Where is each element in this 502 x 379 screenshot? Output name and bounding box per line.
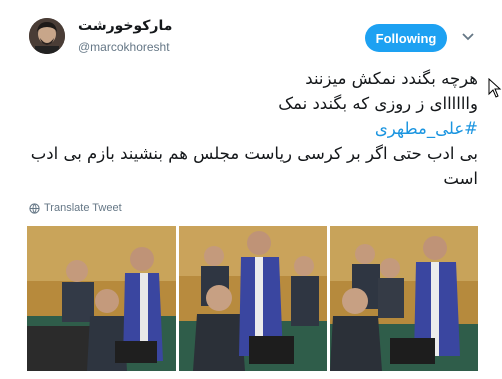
tweet-line-3: بی ادب حتی اگر بر کرسی ریاست مجلس هم بنش… (30, 144, 478, 188)
display-name[interactable]: مارکوخورشت (78, 18, 172, 34)
tweet-line-1: هرچه بگندد نمکش میزنند (305, 69, 478, 88)
translate-label: Translate Tweet (44, 202, 122, 214)
chevron-down-icon[interactable] (460, 28, 476, 44)
photo-3[interactable] (330, 226, 479, 371)
avatar[interactable] (29, 18, 65, 54)
tweet-text: هرچه بگندد نمکش میزنند واااااای ز روزی ک… (28, 66, 478, 191)
mouse-pointer-icon (488, 77, 502, 98)
following-button[interactable]: Following (365, 24, 447, 52)
user-handle[interactable]: @marcokhoresht (78, 40, 170, 54)
tweet-line-2: واااااای ز روزی که بگندد نمک (278, 94, 478, 113)
hashtag-link[interactable]: #علی_مطهری (28, 116, 478, 141)
globe-icon (29, 202, 40, 214)
translate-tweet-link[interactable]: Translate Tweet (29, 202, 122, 214)
photo-1[interactable] (27, 226, 176, 371)
photo-2[interactable] (178, 226, 328, 371)
photo-grid[interactable] (27, 226, 479, 371)
